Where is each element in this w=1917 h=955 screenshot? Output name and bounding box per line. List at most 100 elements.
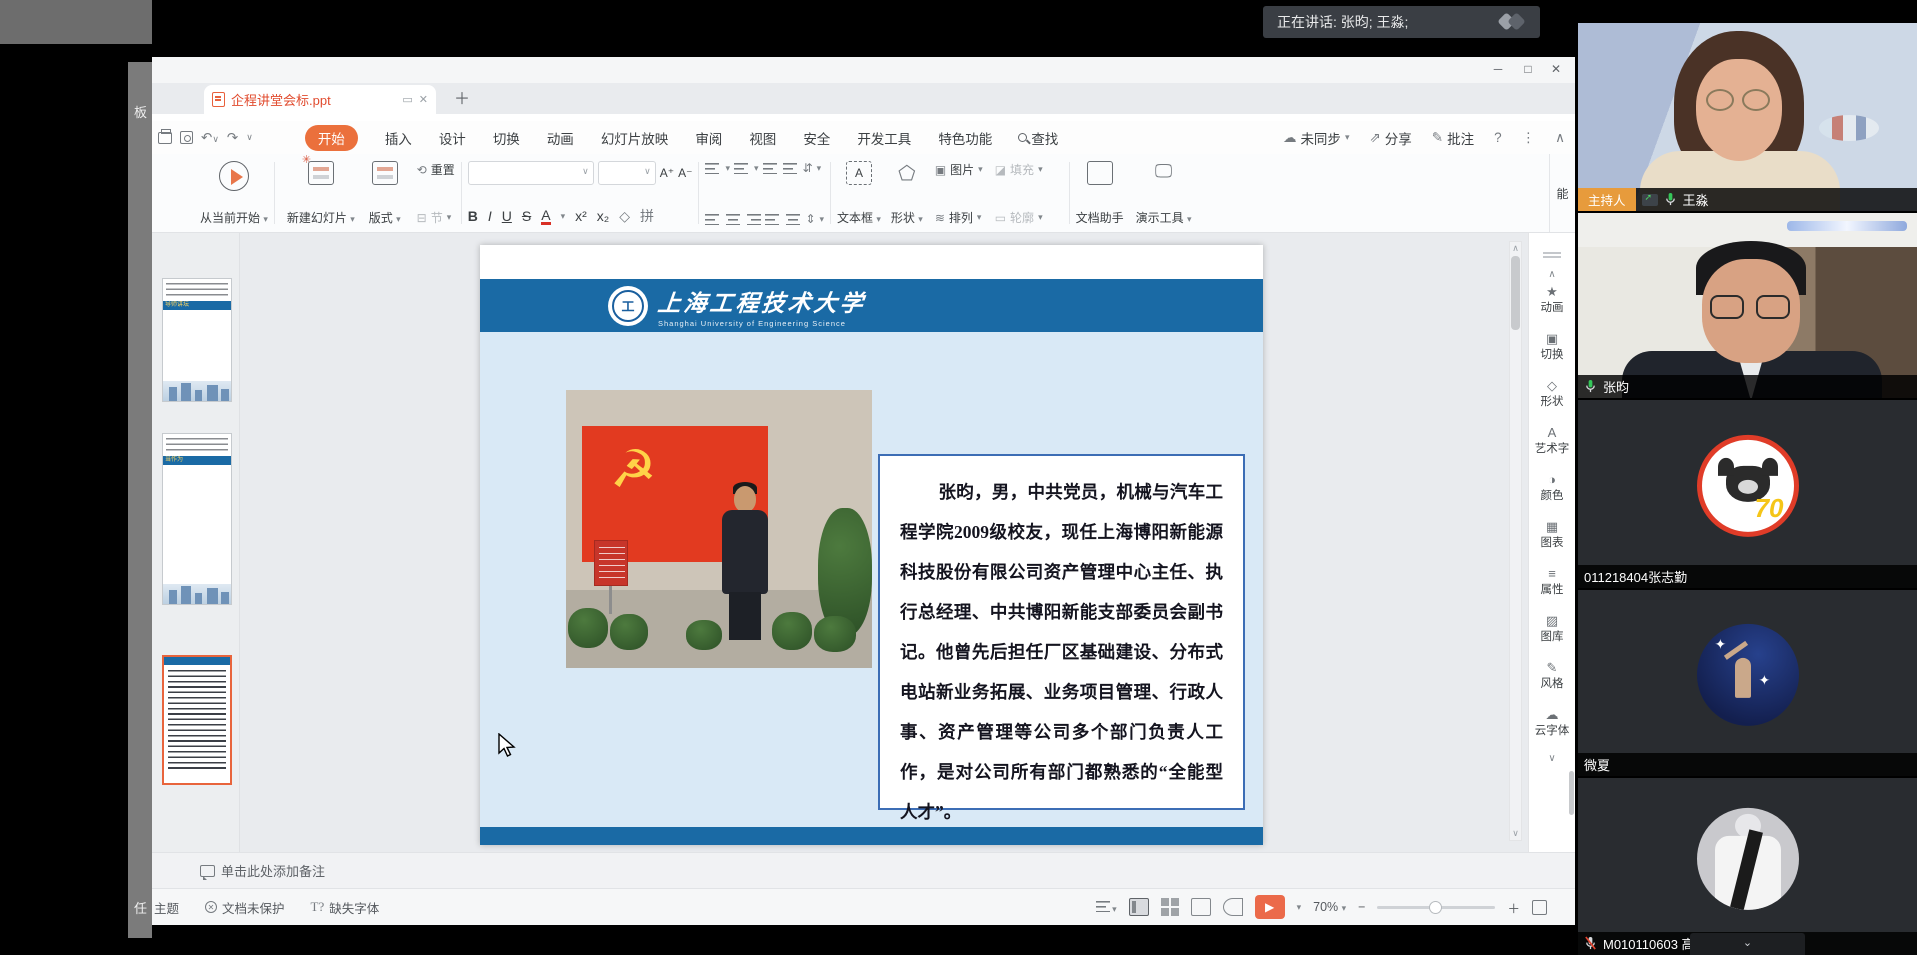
scroll-down-icon[interactable]: ∨: [1510, 828, 1521, 839]
protection-status[interactable]: ✕文档未保护: [205, 898, 285, 917]
theme-status[interactable]: 主题: [154, 898, 179, 917]
clear-format-icon[interactable]: ◇: [619, 208, 630, 225]
participant-tile-3[interactable]: 70011218404张志勤: [1578, 400, 1917, 588]
align-right-icon[interactable]: [745, 213, 761, 225]
ribbon-right-item-3[interactable]: ✎批注: [1432, 128, 1474, 148]
bio-textbox[interactable]: 张昀，男，中共党员，机械与汽车工程学院2009级校友，现任上海博阳新能源科技股份…: [878, 454, 1245, 810]
maximize-button[interactable]: □: [1515, 59, 1541, 79]
outdent-icon[interactable]: [763, 162, 779, 174]
italic-button[interactable]: I: [488, 208, 492, 224]
undo-icon[interactable]: ↶∨: [201, 130, 219, 146]
phonetic-guide-icon[interactable]: 拼: [640, 206, 654, 226]
scroll-up-icon[interactable]: ∧: [1510, 243, 1521, 254]
ribbon-right-item-2[interactable]: ⇗分享: [1369, 128, 1411, 148]
text-direction-icon[interactable]: ⇵: [803, 161, 813, 175]
ribbon-tab-10[interactable]: 开发工具: [857, 128, 911, 148]
side-tab-云字体[interactable]: ☁云字体: [1529, 708, 1575, 738]
slide-canvas[interactable]: 工 上海工程技术大学 Shanghai University of Engine…: [480, 245, 1263, 845]
doc-assistant-button[interactable]: 文档助手: [1076, 154, 1124, 232]
zoom-slider[interactable]: [1377, 906, 1495, 909]
panel-collapse-button[interactable]: ⌄: [1690, 933, 1805, 955]
numbering-icon[interactable]: [734, 162, 750, 174]
ribbon-tab-11[interactable]: 特色功能: [938, 128, 992, 148]
side-tab-形状[interactable]: ◇形状: [1529, 379, 1575, 409]
participant-tile-5[interactable]: M010110603 高仁: [1578, 778, 1917, 955]
font-size-select[interactable]: [598, 161, 656, 185]
align-center-icon[interactable]: [725, 213, 741, 225]
notes-bar[interactable]: 单击此处添加备注: [152, 852, 1575, 888]
slide-thumbnail-1[interactable]: 导师讲坛: [162, 278, 232, 402]
new-slide-button[interactable]: 新建幻灯片 ▾: [287, 154, 355, 232]
tab-close-icon[interactable]: ✕: [419, 93, 428, 106]
font-decrease-button[interactable]: A⁻: [678, 166, 692, 180]
shape-button[interactable]: ⬠ 形状 ▾: [891, 154, 923, 232]
participant-tile-4[interactable]: ✦✦微夏: [1578, 590, 1917, 776]
ribbon-right-item-5[interactable]: ⋮: [1522, 130, 1536, 146]
slideshow-view-button[interactable]: [1223, 898, 1243, 916]
section-button[interactable]: ⊟节▾: [417, 209, 455, 226]
font-name-select[interactable]: [468, 161, 594, 185]
distribute-icon[interactable]: [785, 213, 801, 225]
panel-scroll-up-icon[interactable]: ∧: [1529, 269, 1575, 280]
notes-toggle-icon[interactable]: ▾: [1096, 900, 1117, 915]
new-tab-button[interactable]: ＋: [454, 85, 470, 114]
normal-view-button[interactable]: [1129, 898, 1149, 916]
scrollbar-thumb[interactable]: [1511, 256, 1520, 330]
subscript-button[interactable]: x₂: [597, 208, 609, 224]
slideshow-play-button[interactable]: ▶: [1255, 895, 1285, 919]
indent-icon[interactable]: [783, 162, 799, 174]
document-tab[interactable]: 企程讲堂会标.ppt ▭ ✕: [204, 85, 436, 114]
bold-button[interactable]: B: [468, 208, 478, 224]
ribbon-tab-5[interactable]: 动画: [547, 128, 574, 148]
strikethrough-button[interactable]: S: [522, 208, 531, 224]
minimize-button[interactable]: ─: [1485, 59, 1511, 79]
slide-thumbnail-3[interactable]: [162, 655, 232, 785]
close-button[interactable]: ✕: [1543, 59, 1569, 79]
ribbon-tab-9[interactable]: 安全: [803, 128, 830, 148]
panel-grip[interactable]: [1543, 252, 1561, 254]
ribbon-tab-3[interactable]: 设计: [439, 128, 466, 148]
zoom-out-button[interactable]: −: [1358, 900, 1365, 914]
ribbon-right-item-1[interactable]: ☁未同步▾: [1283, 128, 1350, 148]
fullscreen-icon[interactable]: [1532, 900, 1547, 915]
participant-tile-1[interactable]: 主持人王淼: [1578, 23, 1917, 211]
play-from-current-button[interactable]: 从当前开始 ▾: [200, 154, 268, 232]
slide-thumbnail-2[interactable]: 当作为: [162, 433, 232, 605]
tab-pin-icon[interactable]: ▭: [402, 93, 412, 106]
vertical-scrollbar[interactable]: ∧ ∨: [1509, 241, 1522, 841]
align-left-icon[interactable]: [705, 213, 721, 225]
underline-button[interactable]: U: [502, 208, 512, 224]
present-tools-button[interactable]: 🖵 演示工具 ▾: [1136, 154, 1192, 232]
outline-button[interactable]: ▭轮廓▾: [995, 209, 1043, 226]
print-icon[interactable]: [158, 132, 172, 144]
side-tab-艺术字[interactable]: A艺术字: [1529, 426, 1575, 456]
zoom-level[interactable]: 70% ▾: [1313, 900, 1346, 914]
cut-off-button[interactable]: 能: [1549, 154, 1575, 232]
print-preview-icon[interactable]: [180, 131, 193, 144]
ribbon-right-item-4[interactable]: ?: [1494, 130, 1502, 145]
zoom-slider-knob[interactable]: [1429, 901, 1442, 914]
participant-tile-2[interactable]: 张昀: [1578, 213, 1917, 398]
side-tab-颜色[interactable]: ◑颜色: [1529, 473, 1575, 503]
side-tab-风格[interactable]: ✎风格: [1529, 661, 1575, 691]
ribbon-right-item-6[interactable]: ∧: [1555, 130, 1565, 146]
reset-button[interactable]: ⟲重置: [417, 161, 455, 178]
find-button[interactable]: 查找: [1018, 128, 1058, 148]
redo-icon[interactable]: ↷: [227, 130, 238, 146]
line-spacing-icon[interactable]: ⇕: [805, 212, 815, 226]
ribbon-tab-8[interactable]: 视图: [749, 128, 776, 148]
side-tab-切换[interactable]: ▣切换: [1529, 332, 1575, 362]
ribbon-tab-7[interactable]: 审阅: [695, 128, 722, 148]
font-increase-button[interactable]: A⁺: [660, 166, 674, 180]
slide-sorter-button[interactable]: [1161, 898, 1179, 916]
bullets-icon[interactable]: [705, 162, 721, 174]
layout-button[interactable]: 版式 ▾: [369, 154, 401, 232]
reading-view-button[interactable]: [1191, 898, 1211, 916]
side-tab-图库[interactable]: ▨图库: [1529, 614, 1575, 644]
textbox-button[interactable]: A 文本框 ▾: [837, 154, 881, 232]
picture-button[interactable]: ▣图片▾: [935, 161, 983, 178]
panel-scroll-down-icon[interactable]: ∨: [1529, 753, 1575, 764]
side-tab-图表[interactable]: ▦图表: [1529, 520, 1575, 550]
fill-button[interactable]: ◪填充▾: [995, 161, 1043, 178]
zoom-in-button[interactable]: ＋: [1507, 898, 1520, 917]
